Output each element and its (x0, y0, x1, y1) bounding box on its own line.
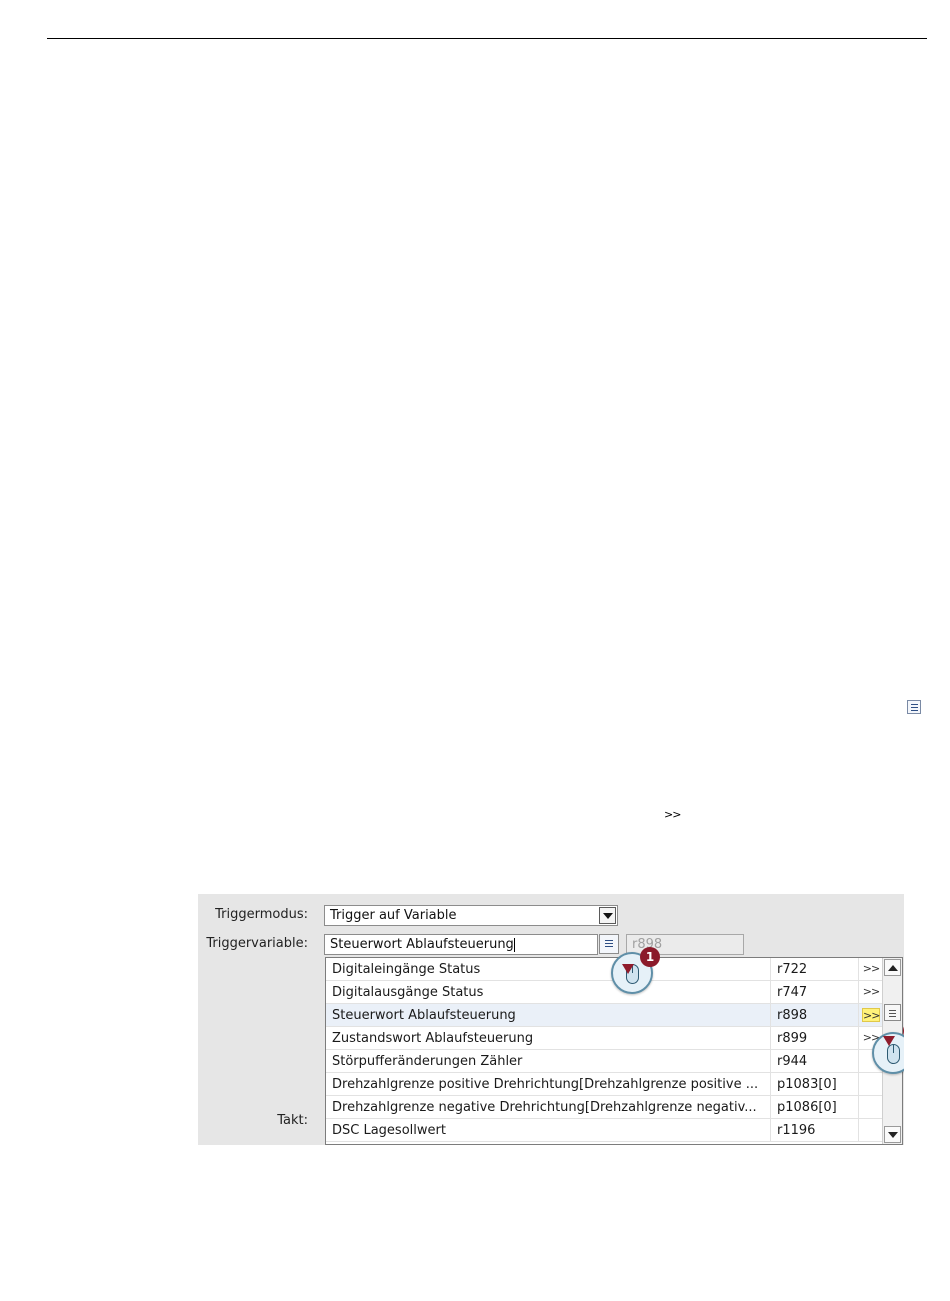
scroll-down-arrow-icon[interactable] (884, 1126, 901, 1143)
list-item[interactable]: Digitalausgänge Status r747 >> (326, 981, 882, 1004)
dropdown-arrow-icon[interactable] (599, 907, 616, 924)
expand-button[interactable]: >> (862, 985, 880, 999)
list-item-param: r898 (777, 1008, 808, 1023)
scroll-up-arrow-icon[interactable] (884, 959, 901, 976)
list-item-param: p1086[0] (777, 1100, 837, 1115)
list-item-name: Zustandswort Ablaufsteuerung (332, 1031, 534, 1046)
trigger-mode-value: Trigger auf Variable (330, 908, 457, 923)
step-badge: 1 (640, 947, 660, 967)
list-item-param: r899 (777, 1031, 808, 1046)
trigger-mode-select[interactable]: Trigger auf Variable (324, 905, 618, 926)
pointer-arrow-icon (883, 1036, 895, 1046)
pointer-arrow-icon (622, 964, 634, 974)
scroll-thumb[interactable] (884, 1004, 901, 1021)
list-item-name: DSC Lagesollwert (332, 1123, 446, 1138)
list-item[interactable]: Digitaleingänge Status r722 >> (326, 958, 882, 981)
mouse-click-icon (887, 1044, 900, 1064)
expand-button[interactable]: >> (862, 962, 880, 976)
list-item[interactable]: Störpufferänderungen Zähler r944 (326, 1050, 882, 1073)
trigger-mode-label: Triggermodus: (215, 907, 308, 922)
list-item-param: r722 (777, 962, 808, 977)
trigger-variable-value: Steuerwort Ablaufsteuerung (330, 937, 514, 952)
list-item-param: r1196 (777, 1123, 816, 1138)
header-rule (47, 38, 927, 39)
list-item-param: r747 (777, 985, 808, 1000)
list-item-name: Drehzahlgrenze negative Drehrichtung[Dre… (332, 1100, 757, 1115)
list-item[interactable]: DSC Lagesollwert r1196 (326, 1119, 882, 1142)
list-icon (907, 700, 921, 714)
list-item-name: Drehzahlgrenze positive Drehrichtung[Dre… (332, 1077, 759, 1092)
text-caret (513, 937, 515, 952)
takt-label: Takt: (277, 1113, 308, 1128)
trigger-variable-input[interactable]: Steuerwort Ablaufsteuerung (324, 934, 598, 955)
expand-button-hover[interactable]: >> (862, 1008, 880, 1022)
list-item-name: Störpufferänderungen Zähler (332, 1054, 523, 1069)
list-item-name: Steuerwort Ablaufsteuerung (332, 1008, 516, 1023)
list-item-name: Digitalausgänge Status (332, 985, 484, 1000)
list-item-name: Digitaleingänge Status (332, 962, 481, 977)
trigger-variable-label: Triggervariable: (206, 936, 308, 951)
parameter-list-button[interactable] (599, 934, 619, 954)
chevron-right-icon: >> (664, 808, 681, 821)
list-item[interactable]: Drehzahlgrenze negative Drehrichtung[Dre… (326, 1096, 882, 1119)
list-item-param: p1083[0] (777, 1077, 837, 1092)
trigger-settings-panel: Triggermodus: Trigger auf Variable Trigg… (198, 894, 904, 1145)
list-item-selected[interactable]: Steuerwort Ablaufsteuerung r898 >> (326, 1004, 882, 1027)
list-item-param: r944 (777, 1054, 808, 1069)
list-item[interactable]: Zustandswort Ablaufsteuerung r899 >> (326, 1027, 882, 1050)
list-item[interactable]: Drehzahlgrenze positive Drehrichtung[Dre… (326, 1073, 882, 1096)
